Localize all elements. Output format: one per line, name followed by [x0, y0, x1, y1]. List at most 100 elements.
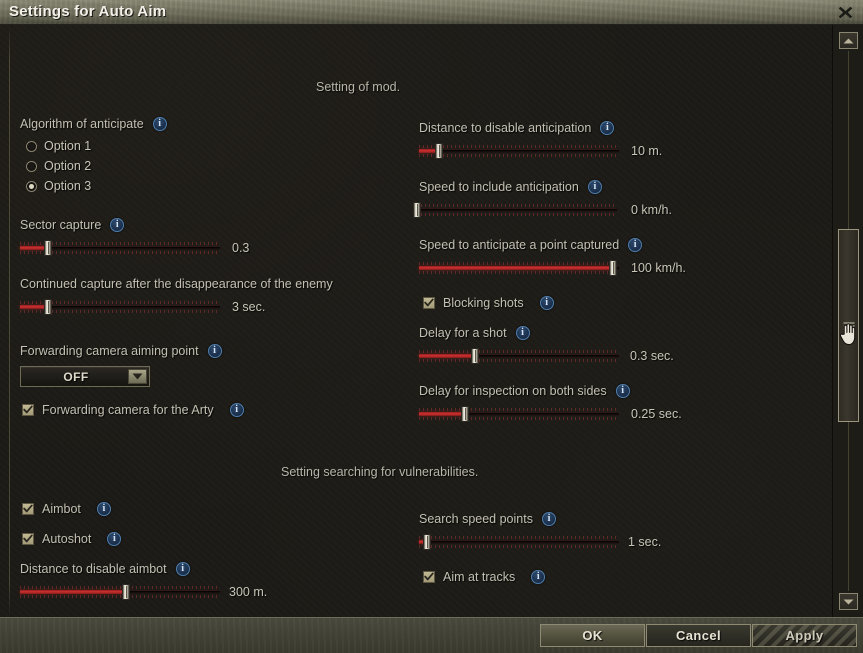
slider-handle[interactable] [44, 240, 52, 256]
info-icon[interactable] [541, 512, 556, 526]
info-icon[interactable] [96, 502, 111, 516]
autoshot-label: Autoshot [42, 532, 92, 546]
search-speed-points-value: 1 sec. [628, 535, 662, 549]
info-icon[interactable] [628, 238, 643, 252]
delay-inspection-slider[interactable]: 0.25 sec. [419, 406, 682, 422]
scrollbar-thumb[interactable] [838, 229, 859, 422]
search-speed-points-slider[interactable]: 1 sec. [419, 534, 661, 550]
search-speed-points-label: Search speed points [419, 512, 533, 526]
speed-include-anticipation-group: Speed to include anticipation 0 km/h. [413, 180, 672, 218]
slider-fill [20, 590, 126, 594]
chevron-down-icon[interactable] [128, 369, 147, 384]
forwarding-camera-point-dropdown[interactable]: OFF [20, 366, 150, 387]
slider-ticks-top [417, 204, 617, 207]
speed-include-anticipation-slider[interactable]: 0 km/h. [413, 202, 672, 218]
slider-ticks-bottom [419, 417, 619, 420]
slider-handle[interactable] [471, 348, 479, 364]
info-icon[interactable] [107, 532, 122, 546]
speed-include-anticipation-label: Speed to include anticipation [419, 180, 579, 194]
distance-disable-anticipation-slider[interactable]: 10 m. [419, 143, 662, 159]
continued-capture-label: Continued capture after the disappearanc… [20, 277, 333, 291]
info-icon[interactable] [175, 562, 190, 576]
vertical-scrollbar[interactable] [832, 25, 863, 617]
slider-ticks-top [419, 262, 619, 265]
checkbox-indicator [22, 404, 34, 416]
section-heading-mod: Setting of mod. [316, 80, 401, 94]
continued-capture-group: Continued capture after the disappearanc… [20, 277, 333, 315]
scrollbar-thumb-grip [843, 322, 854, 329]
aim-at-tracks-checkbox[interactable]: Aim at tracks [423, 570, 546, 584]
info-icon[interactable] [600, 121, 615, 135]
info-icon[interactable] [539, 296, 554, 310]
radio-indicator [26, 160, 37, 172]
radio-indicator [26, 140, 37, 152]
info-icon[interactable] [515, 326, 530, 340]
checkbox-indicator [423, 297, 435, 309]
info-icon[interactable] [587, 180, 602, 194]
speed-anticipate-point-value: 100 km/h. [631, 261, 686, 275]
slider-track [419, 540, 619, 544]
speed-anticipate-point-slider[interactable]: 100 km/h. [419, 260, 686, 276]
slider-track [419, 149, 619, 153]
close-icon[interactable] [833, 1, 857, 24]
info-icon[interactable] [531, 570, 546, 584]
checkbox-indicator [423, 571, 435, 583]
slider-handle[interactable] [423, 534, 431, 550]
autoshot-group: Autoshot [22, 532, 122, 546]
info-icon[interactable] [229, 403, 244, 417]
forwarding-camera-arty-checkbox[interactable]: Forwarding camera for the Arty [22, 403, 244, 417]
info-icon[interactable] [207, 344, 222, 358]
slider-fill [419, 266, 613, 270]
radio-indicator-selected [26, 180, 37, 192]
checkbox-indicator [22, 533, 34, 545]
aimbot-checkbox[interactable]: Aimbot [22, 502, 111, 516]
blocking-shots-group: Blocking shots [423, 296, 554, 310]
slider-handle[interactable] [413, 202, 421, 218]
autoshot-checkbox[interactable]: Autoshot [22, 532, 122, 546]
continued-capture-slider[interactable]: 3 sec. [20, 299, 265, 315]
delay-inspection-value: 0.25 sec. [631, 407, 682, 421]
slider-handle[interactable] [435, 143, 443, 159]
delay-for-shot-slider[interactable]: 0.3 sec. [419, 348, 674, 364]
distance-disable-aimbot-label: Distance to disable aimbot [20, 562, 167, 576]
settings-content: Setting of mod. Algorithm of anticipate … [0, 25, 832, 617]
distance-disable-aimbot-slider[interactable]: 300 m. [20, 584, 267, 600]
aim-at-tracks-label: Aim at tracks [443, 570, 516, 584]
slider-ticks-bottom [20, 595, 220, 598]
radio-option-3[interactable]: Option 3 [26, 176, 167, 196]
ok-button[interactable]: OK [540, 624, 645, 647]
slider-ticks-top [419, 350, 619, 353]
dialog-footer: OK Cancel Apply [0, 617, 863, 653]
info-icon[interactable] [152, 117, 167, 131]
slider-track [417, 208, 617, 212]
sector-capture-label: Sector capture [20, 218, 102, 232]
forwarding-camera-arty-group: Forwarding camera for the Arty [22, 403, 244, 417]
speed-include-anticipation-value: 0 km/h. [631, 203, 672, 217]
sector-capture-value: 0.3 [232, 241, 250, 255]
section-heading-vulnerabilities: Setting searching for vulnerabilities. [281, 465, 479, 479]
checkbox-indicator [22, 503, 34, 515]
blocking-shots-checkbox[interactable]: Blocking shots [423, 296, 554, 310]
slider-handle[interactable] [461, 406, 469, 422]
slider-ticks-top [419, 408, 619, 411]
radio-option-1[interactable]: Option 1 [26, 136, 167, 156]
radio-option-2-label: Option 2 [44, 159, 92, 173]
chevron-up-icon[interactable] [839, 32, 858, 49]
window-title: Settings for Auto Aim [9, 3, 167, 20]
radio-option-2[interactable]: Option 2 [26, 156, 167, 176]
slider-handle[interactable] [44, 299, 52, 315]
info-icon[interactable] [110, 218, 125, 232]
forwarding-camera-point-label: Forwarding camera aiming point [20, 344, 199, 358]
slider-ticks-top [419, 536, 619, 539]
info-icon[interactable] [615, 384, 630, 398]
delay-for-shot-value: 0.3 sec. [630, 349, 674, 363]
cancel-button[interactable]: Cancel [646, 624, 751, 647]
title-bar[interactable]: Settings for Auto Aim [0, 0, 863, 25]
slider-ticks-bottom [419, 154, 619, 157]
slider-handle[interactable] [122, 584, 130, 600]
apply-button[interactable]: Apply [752, 624, 857, 647]
slider-handle[interactable] [609, 260, 617, 276]
slider-ticks-top [419, 145, 619, 148]
sector-capture-slider[interactable]: 0.3 [20, 240, 249, 256]
chevron-down-icon[interactable] [839, 593, 858, 610]
